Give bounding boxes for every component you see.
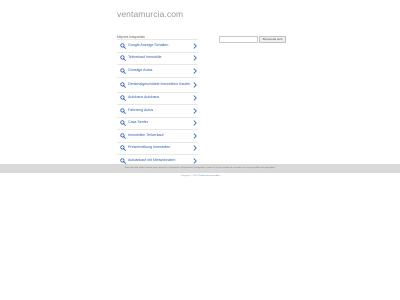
related-link[interactable]: Immobilien Teilverkauf — [117, 130, 198, 143]
related-link[interactable]: Teilverkauf Immobilie — [117, 53, 198, 65]
related-searches-list: Google Anzeige Schalten Teilverkauf Immo… — [117, 40, 198, 168]
related-link-label: Autohaus Autohaus — [128, 95, 160, 100]
chevron-right-icon — [192, 54, 197, 62]
cookie-notice: Este sitio web utiliza cookies para mejo… — [0, 164, 400, 173]
related-link-label: Casa Senfer — [128, 120, 148, 125]
chevron-right-icon — [192, 94, 197, 102]
related-link[interactable]: Google Anzeige Schalten — [117, 40, 198, 53]
related-link[interactable]: Autohaus Autohaus — [117, 93, 198, 105]
related-link[interactable]: Fahrzeug Autos — [117, 105, 198, 118]
related-link-label: Google Anzeige Schalten — [128, 42, 169, 47]
related-link-label: Preisermittlung Immobilien — [128, 145, 171, 150]
related-link[interactable]: Denkmalgeschützte Immobilien Kaufen — [117, 78, 198, 93]
related-link-label: Autoankauf mit Mietwohnaten — [128, 157, 176, 162]
search-bar: Búsqueda web — [219, 36, 286, 43]
search-icon — [119, 81, 126, 89]
chevron-right-icon — [192, 81, 197, 89]
site-name[interactable]: ventamurcia.com — [117, 9, 183, 19]
chevron-right-icon — [192, 67, 197, 75]
related-link[interactable]: Preisermittlung Immobilien — [117, 143, 198, 155]
search-button[interactable]: Búsqueda web — [259, 36, 286, 43]
chevron-right-icon — [192, 132, 197, 140]
chevron-right-icon — [192, 107, 197, 115]
related-link-label: Teilverkauf Immobilie — [128, 55, 162, 60]
search-icon — [119, 42, 126, 50]
chevron-right-icon — [192, 119, 197, 127]
search-icon — [119, 144, 126, 152]
search-icon — [119, 119, 126, 127]
search-icon — [119, 67, 126, 75]
chevron-right-icon — [192, 42, 197, 50]
related-link[interactable]: Casa Senfer — [117, 118, 198, 130]
related-link-label: Fahrzeug Autos — [128, 107, 154, 112]
search-icon — [119, 94, 126, 102]
related-link-label: Günstige Autos — [128, 67, 153, 72]
copyright: Copyright © 2024. Política de privacidad — [0, 175, 400, 177]
related-link-label: Immobilien Teilverkauf — [128, 132, 164, 137]
search-icon — [119, 107, 126, 115]
search-icon — [119, 132, 126, 140]
search-icon — [119, 54, 126, 62]
privacy-policy-link[interactable]: Política de privacidad — [199, 175, 220, 177]
chevron-right-icon — [192, 144, 197, 152]
search-input[interactable] — [219, 36, 258, 43]
related-link-label: Denkmalgeschützte Immobilien Kaufen — [128, 81, 191, 86]
related-link[interactable]: Günstige Autos — [117, 65, 198, 78]
copyright-text: Copyright © 2024. — [180, 175, 199, 177]
related-searches: Mejores búsquedas Google Anzeige Schalte… — [117, 35, 198, 168]
